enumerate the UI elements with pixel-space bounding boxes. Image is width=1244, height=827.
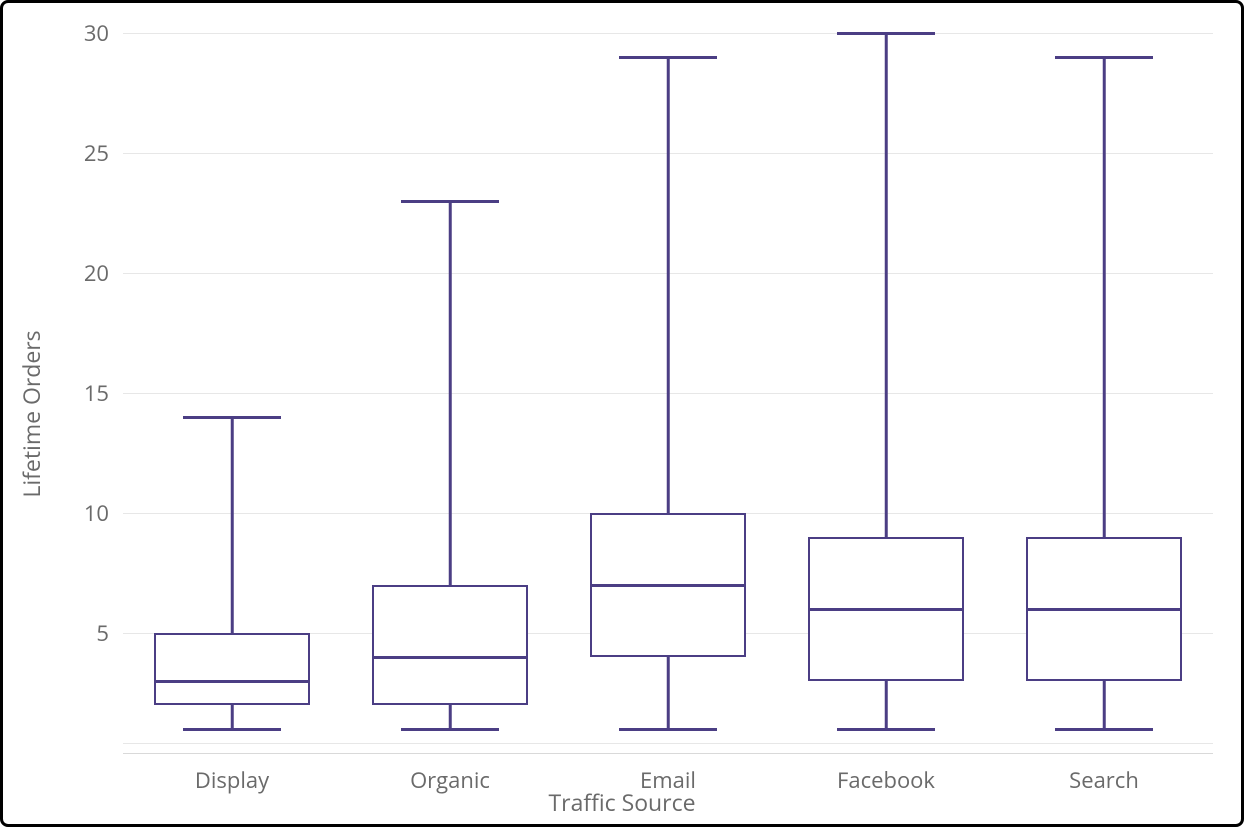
x-tick-label: Email	[640, 765, 696, 795]
y-tick-label: 15	[49, 378, 109, 408]
whisker-upper	[1103, 57, 1106, 537]
whisker-upper	[231, 417, 234, 633]
whisker-lower	[449, 705, 452, 729]
whisker-lower	[885, 681, 888, 729]
whisker-cap-bottom	[619, 728, 717, 731]
whisker-cap-top	[183, 416, 281, 419]
whisker-cap-bottom	[401, 728, 499, 731]
median-line	[1026, 608, 1183, 611]
whisker-lower	[1103, 681, 1106, 729]
y-tick-label: 10	[49, 498, 109, 528]
whisker-cap-top	[837, 32, 935, 35]
whisker-lower	[231, 705, 234, 729]
chart-frame: Lifetime Orders Traffic Source 510152025…	[0, 0, 1244, 827]
box	[372, 585, 529, 705]
y-axis-title: Lifetime Orders	[15, 330, 47, 497]
median-line	[372, 656, 529, 659]
x-axis-line	[123, 743, 1213, 744]
y-tick-label: 20	[49, 258, 109, 288]
whisker-cap-top	[1055, 56, 1153, 59]
x-axis-line	[123, 753, 1213, 754]
y-tick-label: 5	[49, 618, 109, 648]
box	[154, 633, 311, 705]
whisker-cap-bottom	[183, 728, 281, 731]
x-tick-label: Facebook	[837, 765, 935, 795]
whisker-cap-top	[619, 56, 717, 59]
x-tick-label: Organic	[410, 765, 490, 795]
x-tick-label: Display	[195, 765, 269, 795]
whisker-upper	[885, 33, 888, 537]
whisker-lower	[667, 657, 670, 729]
whisker-cap-top	[401, 200, 499, 203]
plot-area	[123, 33, 1213, 753]
whisker-upper	[449, 201, 452, 585]
gridline	[123, 33, 1213, 34]
y-tick-label: 25	[49, 138, 109, 168]
whisker-cap-bottom	[1055, 728, 1153, 731]
whisker-cap-bottom	[837, 728, 935, 731]
x-tick-label: Search	[1069, 765, 1139, 795]
median-line	[154, 680, 311, 683]
median-line	[808, 608, 965, 611]
median-line	[590, 584, 747, 587]
y-tick-label: 30	[49, 18, 109, 48]
whisker-upper	[667, 57, 670, 513]
